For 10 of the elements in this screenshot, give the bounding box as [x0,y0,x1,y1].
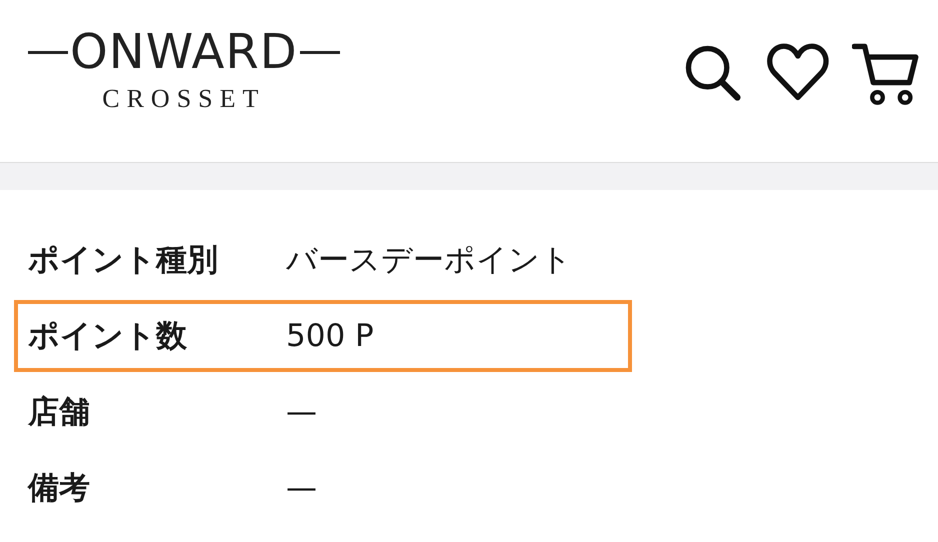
logo-text[interactable]: ONWARD [68,28,300,76]
field-label: ポイント数 [28,317,188,356]
logo-subtitle: CROSSET [102,84,266,114]
field-label: ポイント種別 [28,241,219,280]
field-label: 店舗 [28,393,91,432]
field-value: バースデーポイント [286,241,572,280]
field-value: — [286,394,317,430]
field-value: 500 P [286,318,374,354]
field-label: 備考 [28,469,91,508]
field-value: — [286,470,317,506]
